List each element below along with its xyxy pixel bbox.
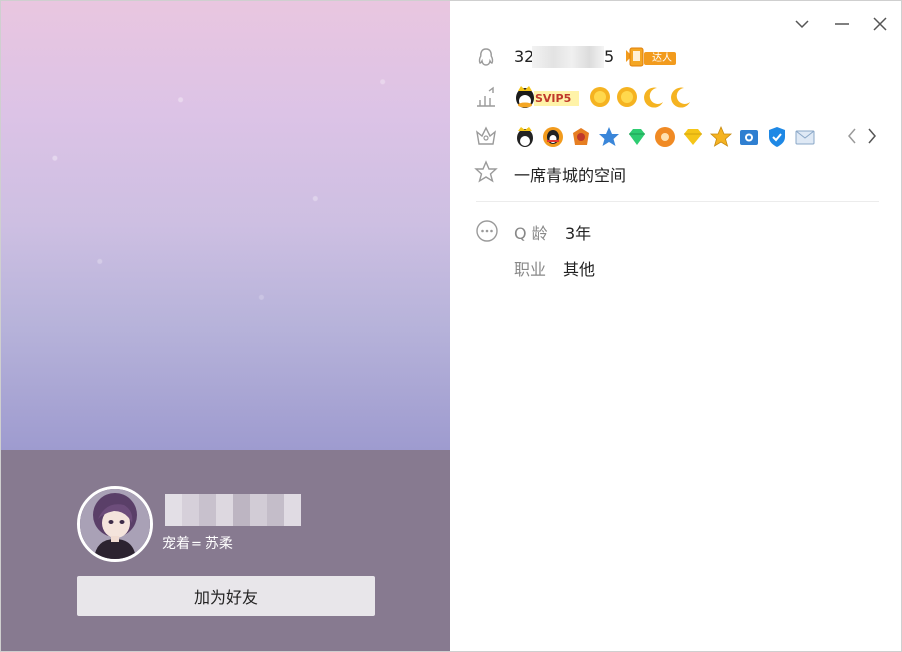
level-chart-icon [477,86,495,107]
crown-icon [476,126,496,145]
daren-badge-label: 达人 [652,53,672,64]
dropdown-button[interactable] [791,13,813,35]
q-age-value: 3年 [565,224,592,243]
music-icon[interactable] [653,125,677,149]
avatar[interactable] [77,486,153,562]
sun-icon[interactable] [615,85,639,109]
security-icon[interactable] [765,125,789,149]
profile-window: 宠着= 苏柔 加为好友 32 5 达人 SVIP5 一席青城的空间 Q 龄 3年… [0,0,902,652]
star-outline-icon [474,160,498,183]
chevron-right-icon[interactable] [865,127,879,145]
more-info-icon [476,220,498,242]
chevron-left-icon[interactable] [845,127,859,145]
qq-number-suffix: 5 [604,47,615,66]
pet-label: 宠着 [162,536,190,552]
close-icon [873,17,887,31]
pet-status: 宠着= 苏柔 [162,533,233,553]
moon-icon[interactable] [669,85,693,109]
close-button[interactable] [869,13,891,35]
pet-name[interactable]: 苏柔 [205,536,233,552]
qq-member-icon[interactable] [513,125,537,149]
svip-badge[interactable]: SVIP5 [513,85,579,109]
chevron-down-icon [795,20,809,29]
diamond-icon[interactable] [625,125,649,149]
add-friend-button[interactable]: 加为好友 [77,576,375,616]
star-icon[interactable] [597,125,621,149]
qq-number-mosaic [532,46,604,68]
qq-penguin-outline-icon [478,48,494,66]
daren-badge[interactable]: 达人 [624,46,677,68]
moon-icon[interactable] [642,85,666,109]
cover-image[interactable] [1,1,450,450]
job-label: 职业 [514,260,547,279]
section-divider [476,201,879,202]
q-age-label: Q 龄 [514,224,548,243]
minimize-icon [835,23,849,25]
game-icon[interactable] [569,125,593,149]
pet-separator-icon: = [191,537,202,552]
profile-card-panel: 宠着= 苏柔 加为好友 [1,1,450,651]
svip-label: SVIP5 [535,92,572,105]
qzone-link[interactable]: 一席青城的空间 [514,162,626,186]
gold-star-icon[interactable] [709,125,733,149]
photo-icon[interactable] [737,125,761,149]
yellow-diamond-icon[interactable] [681,125,705,149]
mail-icon[interactable] [793,125,817,149]
job-value: 其他 [563,260,596,279]
minimize-button[interactable] [831,13,853,35]
qq-penguin-icon[interactable] [541,125,565,149]
nickname-mosaic [165,494,301,526]
sun-icon[interactable] [588,85,612,109]
